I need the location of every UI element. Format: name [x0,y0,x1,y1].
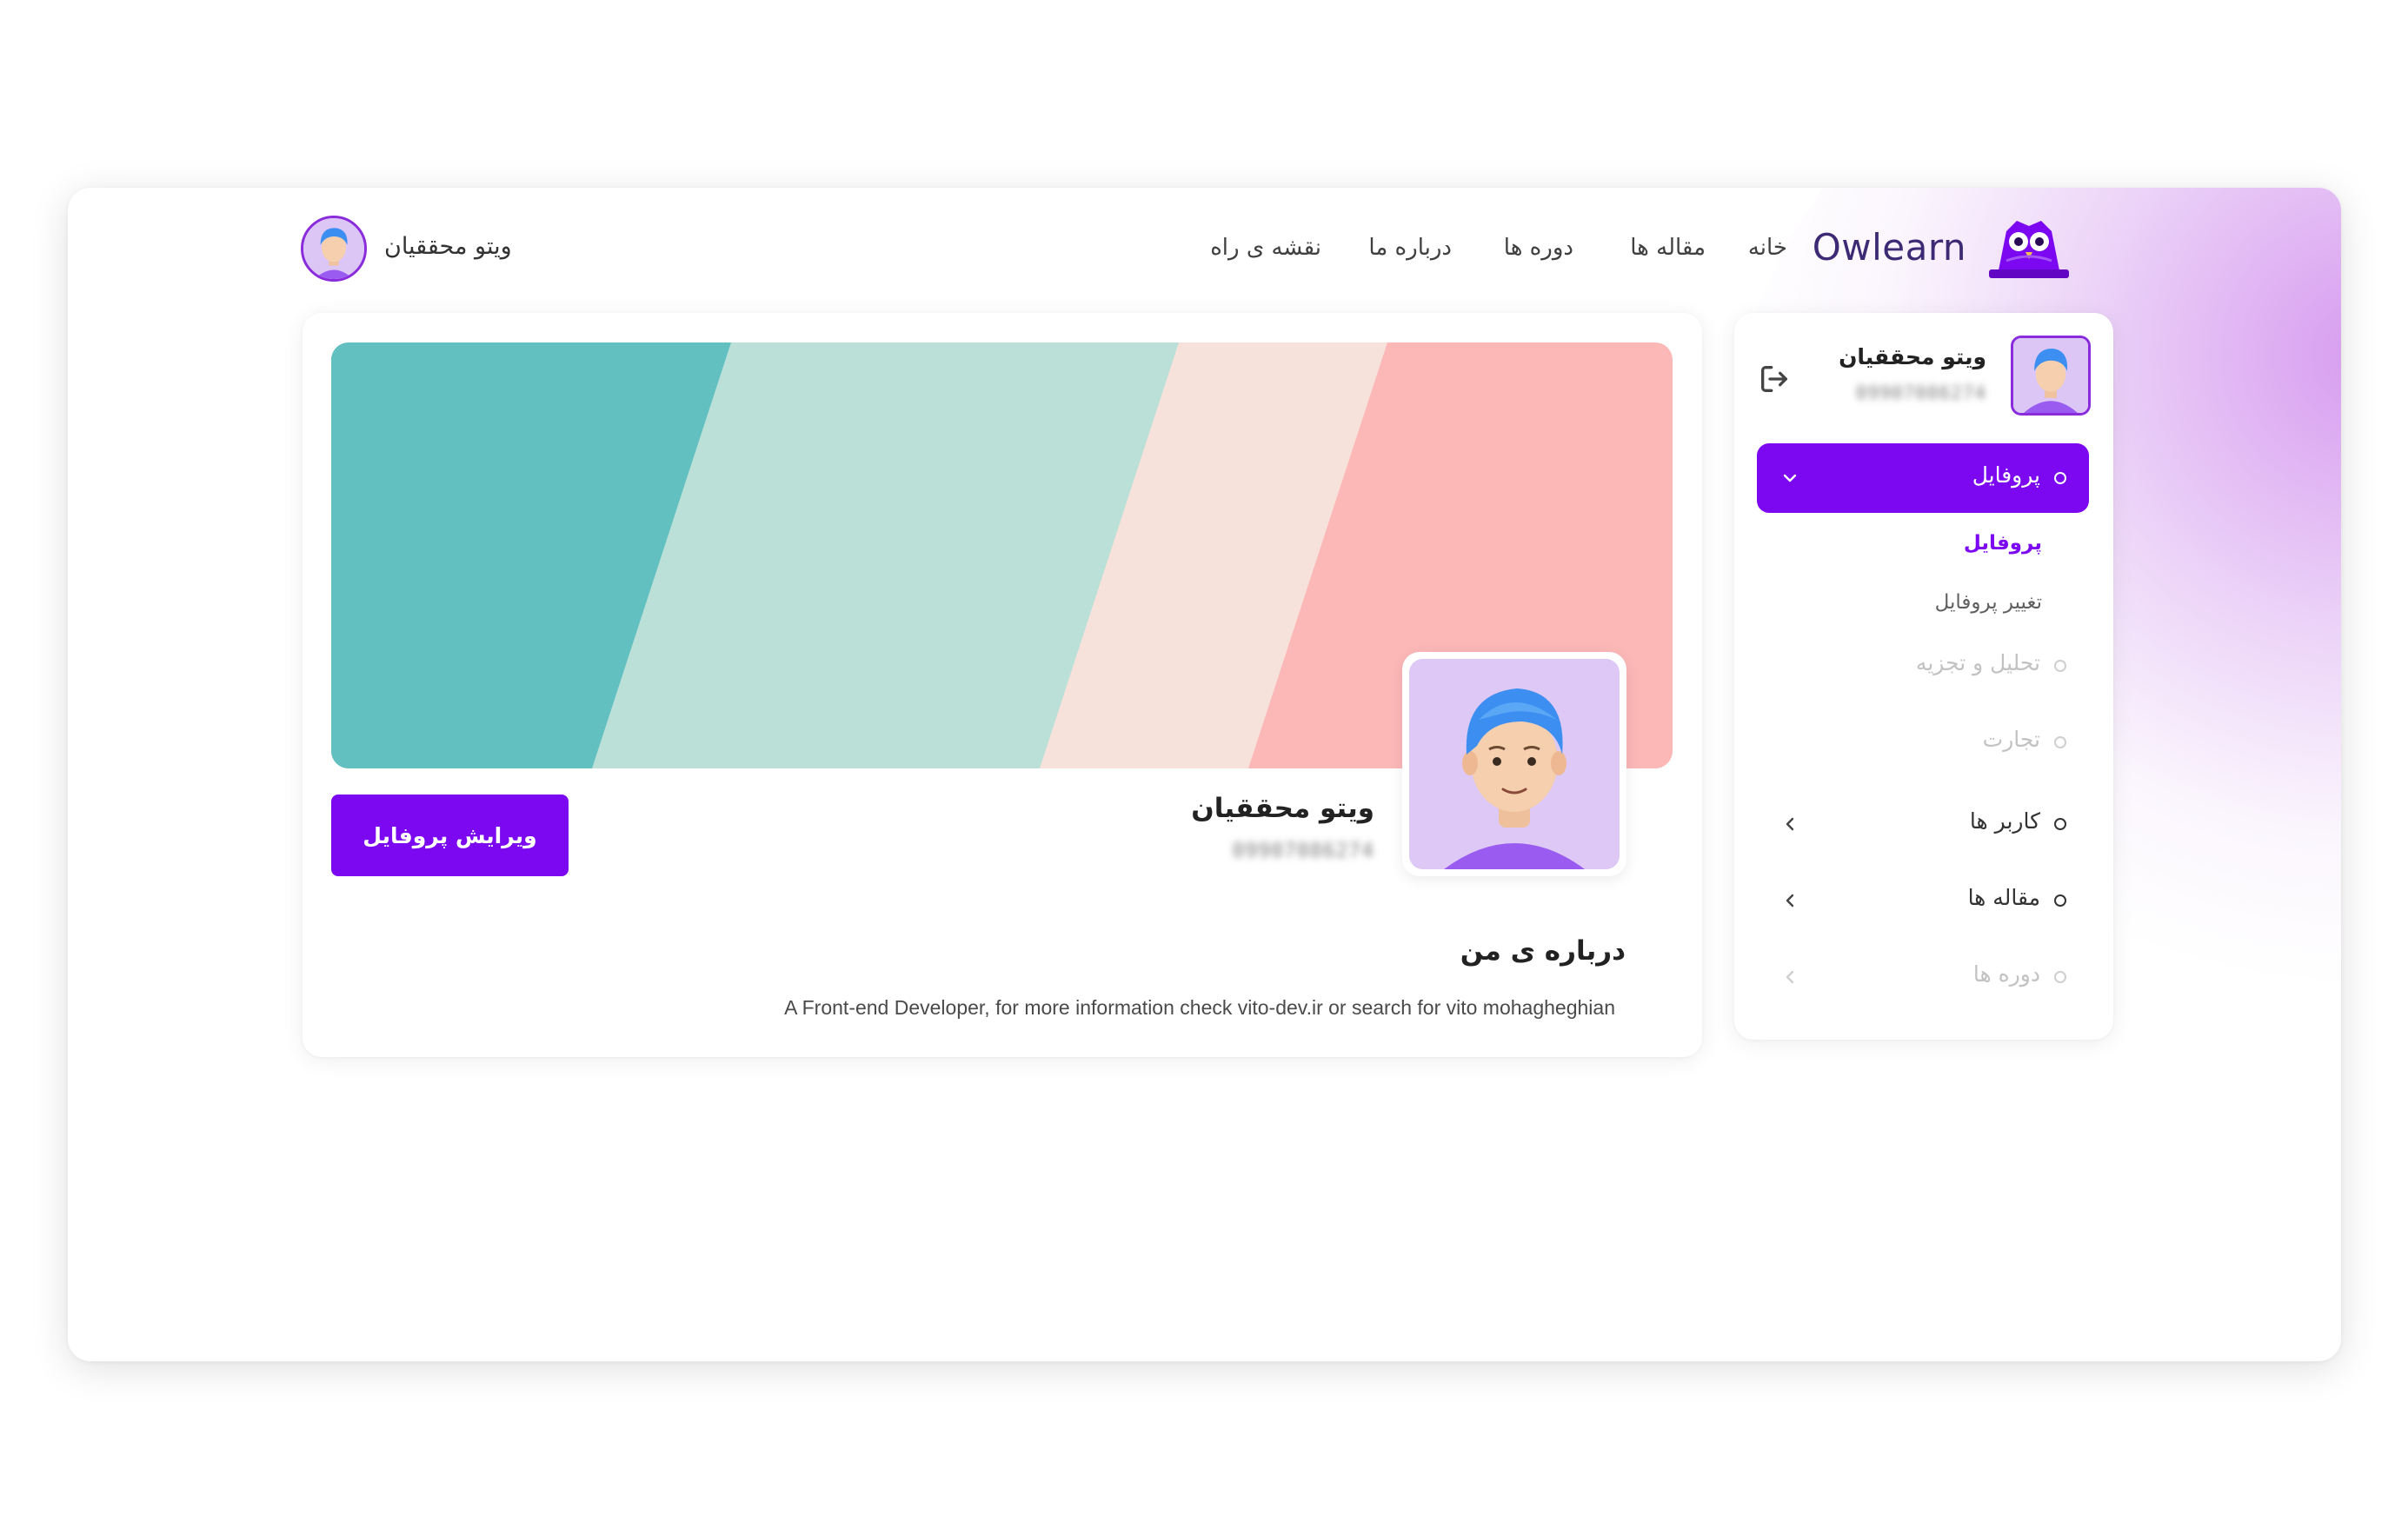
analytics-dot-icon [2054,660,2066,672]
users-dot-icon [2054,818,2066,830]
brand-logo[interactable]: Owlearn [1813,210,2069,280]
app-window: Owlearn خانه مقاله ها دوره ها درباره ما … [68,188,2341,1361]
nav-link-articles[interactable]: مقاله ها [1630,235,1706,261]
nav-link-courses[interactable]: دوره ها [1504,235,1573,261]
sidebar-subitem-profile[interactable]: پروفایل [1964,532,2042,555]
nav-link-home[interactable]: خانه [1748,235,1787,261]
about-text: A Front-end Developer, for more informat… [784,996,1615,1019]
profile-dot-icon [2054,472,2066,484]
sidebar-item-analytics-label: تحلیل و تجزیه [1915,650,2040,675]
courses-dot-icon [2054,971,2066,983]
sidebar-item-users[interactable]: کاربر ها [1757,798,2089,850]
commerce-dot-icon [2054,736,2066,748]
chevron-left-icon [1786,817,1794,831]
sidebar: ویتو محققیان 09907086274 پروفایل پروفایل… [1734,313,2113,1040]
sidebar-item-analytics[interactable]: تحلیل و تجزیه [1757,640,2089,692]
sidebar-item-profile[interactable]: پروفایل [1757,443,2089,513]
profile-card: ویتو محققیان 09907086274 ویرایش پروفایل … [303,313,1702,1057]
sidebar-item-articles[interactable]: مقاله ها [1757,874,2089,927]
profile-avatar [1402,652,1626,876]
edit-profile-button[interactable]: ویرایش پروفایل [331,795,569,876]
sidebar-item-courses[interactable]: دوره ها [1757,951,2089,1003]
sidebar-user-phone: 09907086274 [1855,382,1986,403]
articles-dot-icon [2054,894,2066,907]
nav-link-roadmap[interactable]: نقشه ی راه [1210,235,1321,261]
sidebar-item-courses-label: دوره ها [1972,961,2040,987]
chevron-left-icon [1786,894,1794,908]
sidebar-user-name: ویتو محققیان [1839,344,1986,369]
sidebar-item-profile-label: پروفایل [1972,462,2040,488]
sidebar-avatar [2011,336,2091,416]
profile-phone: 09907086274 [1232,840,1374,862]
header-user-menu[interactable]: ویتو محققیان [301,216,562,282]
about-title: درباره ی من [1460,935,1626,967]
header-avatar [301,216,367,282]
owl-logo-icon [1989,221,2069,278]
logout-button[interactable] [1757,362,1792,396]
sidebar-item-articles-label: مقاله ها [1967,885,2040,910]
sidebar-subitem-edit-profile[interactable]: تغییر پروفایل [1935,591,2042,614]
header-user-name: ویتو محققیان [384,233,512,260]
chevron-left-icon [1786,970,1794,984]
brand-name: Owlearn [1812,226,1966,269]
sidebar-item-commerce-label: تجارت [1982,727,2040,752]
logout-icon [1761,366,1787,392]
sidebar-item-users-label: کاربر ها [1969,808,2040,834]
profile-name: ویتو محققیان [1191,793,1374,824]
nav-link-about[interactable]: درباره ما [1368,235,1452,261]
chevron-down-icon [1783,474,1797,482]
sidebar-item-commerce[interactable]: تجارت [1757,716,2089,768]
